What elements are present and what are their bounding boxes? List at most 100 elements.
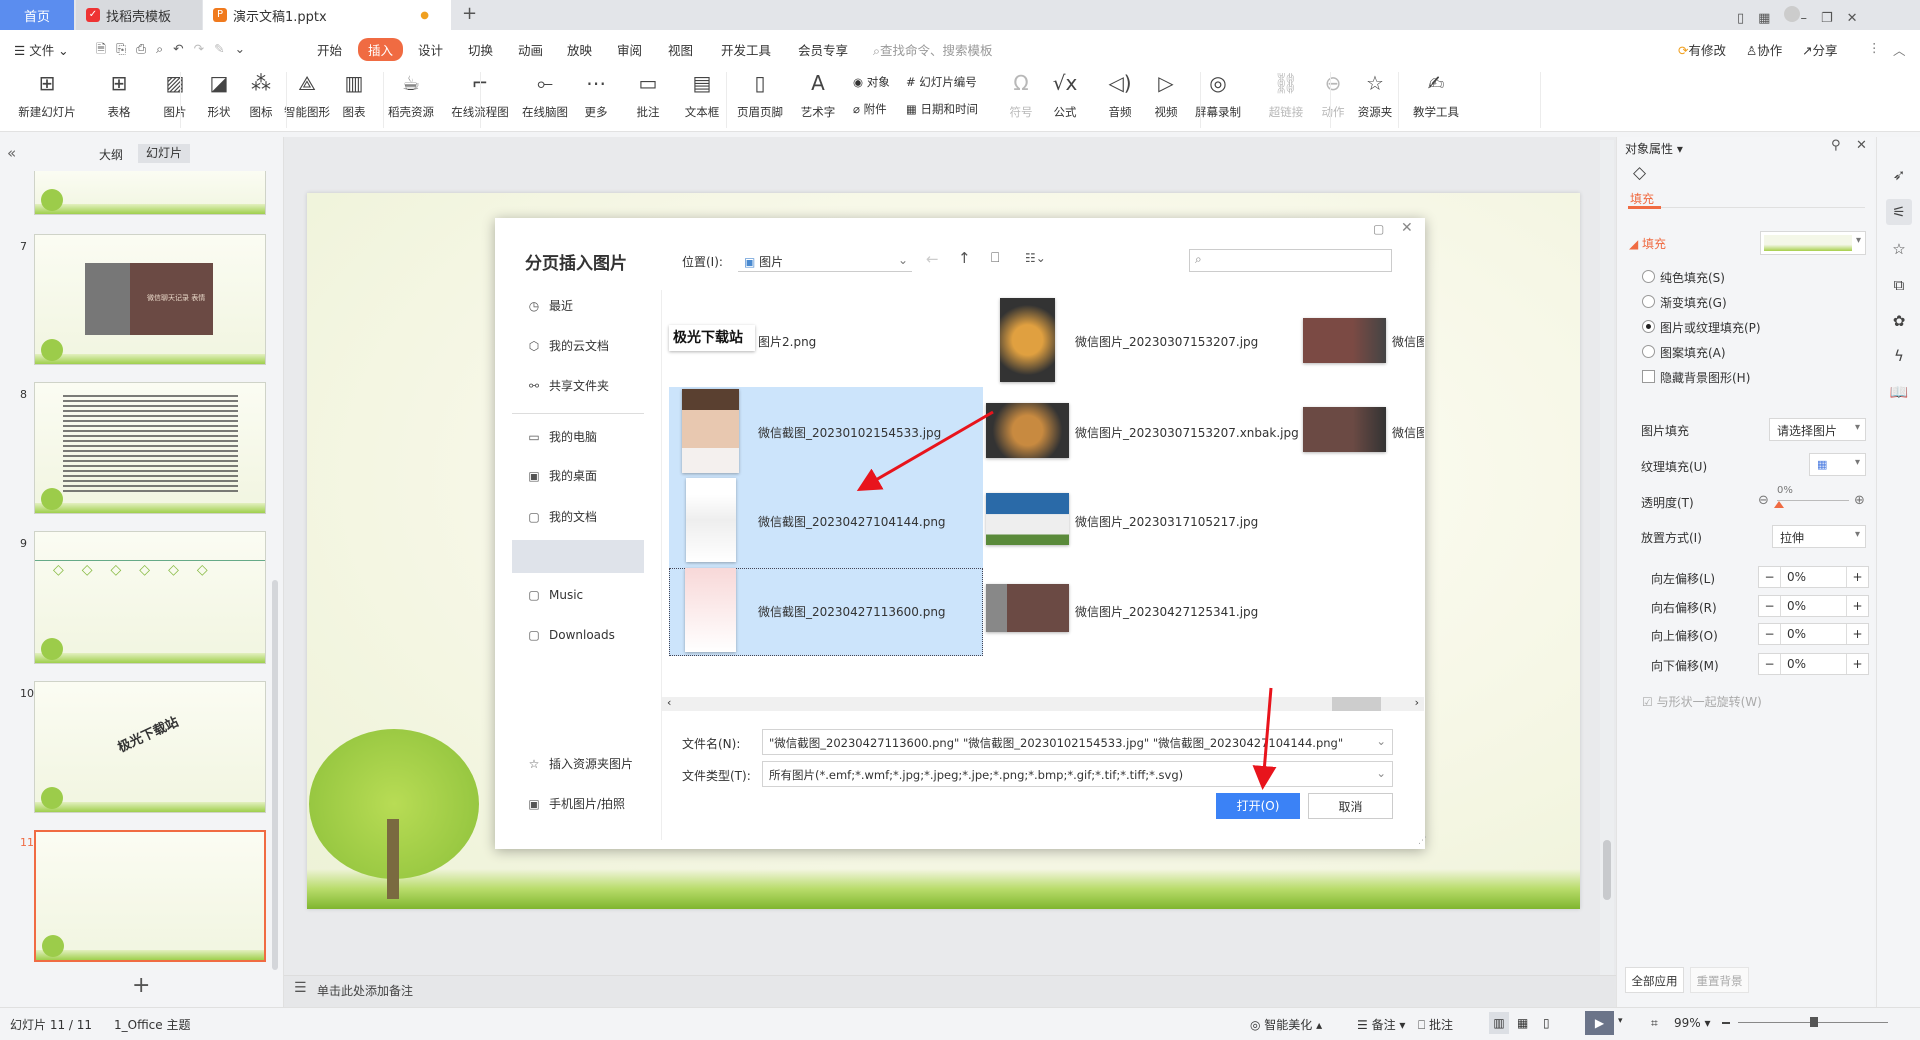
window-controls[interactable]: ▯▦ –❐✕ xyxy=(1737,6,1872,26)
file-name[interactable]: 微信图片_20230307153207.jpg xyxy=(1075,333,1258,350)
modified-button[interactable]: ⟳有修改 xyxy=(1678,40,1726,59)
notes-toggle-button[interactable]: ☰ 备注 ▾ xyxy=(1357,1016,1405,1033)
reset-background-button[interactable]: 重置背景 xyxy=(1690,967,1749,993)
file-name[interactable]: 微信截图_20230102154533.jpg xyxy=(758,424,941,441)
transition-icon[interactable]: ⧉ xyxy=(1886,272,1912,298)
fill-preview-dropdown[interactable]: ▾ xyxy=(1760,231,1866,255)
nav-my-documents[interactable]: ▢ 我的文档 xyxy=(527,508,597,525)
tab-outline[interactable]: 大纲 xyxy=(99,146,123,163)
resource-folder-button[interactable]: ☆ 资源夹 xyxy=(1345,70,1405,120)
play-options-icon[interactable]: ▾ xyxy=(1618,1016,1623,1026)
transparency-slider-handle[interactable] xyxy=(1774,501,1784,508)
file-name[interactable]: 微信截图_20230427104144.png xyxy=(758,513,946,530)
placement-dropdown[interactable]: 拉伸 xyxy=(1772,525,1866,548)
zoom-slider-handle[interactable] xyxy=(1810,1017,1818,1027)
up-icon[interactable]: ↑ xyxy=(958,249,971,267)
dialog-search-input[interactable]: ⌕ xyxy=(1189,249,1392,272)
menu-slideshow[interactable]: 放映 xyxy=(567,40,592,59)
smart-beautify-button[interactable]: ◎ 智能美化 ▴ xyxy=(1250,1016,1322,1033)
file-thumbnail[interactable] xyxy=(682,389,739,473)
tab-slides[interactable]: 幻灯片 xyxy=(138,144,190,163)
apply-all-button[interactable]: 全部应用 xyxy=(1625,967,1684,993)
slide-panel-scrollbar[interactable] xyxy=(272,580,278,970)
menu-start[interactable]: 开始 xyxy=(317,40,342,59)
insert-object-button[interactable]: ◉ 对象 xyxy=(853,74,890,90)
zoom-level[interactable]: 99% ▾ xyxy=(1674,1016,1711,1030)
command-search[interactable]: ⌕查找命令、搜索模板 xyxy=(873,40,993,59)
table-button[interactable]: ⊞ 表格 xyxy=(89,70,149,120)
slide-thumbnail-6[interactable] xyxy=(34,171,266,215)
date-time-button[interactable]: ▦ 日期和时间 xyxy=(906,101,978,117)
transparency-slider[interactable] xyxy=(1777,500,1849,501)
new-tab-button[interactable]: + xyxy=(462,3,477,24)
theme-name[interactable]: 1_Office 主题 xyxy=(114,1016,190,1033)
docer-resource-button[interactable]: ☕ 稻壳资源 xyxy=(381,70,441,120)
file-thumbnail[interactable] xyxy=(686,478,736,562)
editing-scrollbar[interactable] xyxy=(1600,140,1614,975)
back-icon[interactable]: ← xyxy=(926,250,939,268)
maximize-icon[interactable]: ▢ xyxy=(1373,222,1384,236)
menu-review[interactable]: 审阅 xyxy=(617,40,642,59)
menu-view[interactable]: 视图 xyxy=(668,40,693,59)
nav-my-desktop[interactable]: ▣ 我的桌面 xyxy=(527,467,597,484)
screen-record-button[interactable]: ◎ 屏幕录制 xyxy=(1188,70,1248,120)
pin-icon[interactable]: ⚲ xyxy=(1831,138,1841,153)
sorter-view-icon[interactable]: ▦ xyxy=(1517,1016,1528,1030)
properties-icon[interactable]: ⚟ xyxy=(1886,199,1912,225)
add-slide-button[interactable]: + xyxy=(132,973,150,998)
file-name[interactable]: 微信截图_20230427113600.png xyxy=(758,603,946,620)
nav-recent[interactable]: ◷ 最近 xyxy=(527,297,573,314)
normal-view-icon[interactable]: ▥ xyxy=(1489,1012,1509,1034)
panel-close-icon[interactable]: ✕ xyxy=(1856,138,1867,153)
file-thumbnail[interactable] xyxy=(986,493,1069,545)
filetype-select[interactable]: 所有图片(*.emf;*.wmf;*.jpg;*.jpeg;*.jpe;*.pn… xyxy=(762,761,1393,787)
fill-section-header[interactable]: ◢ 填充 xyxy=(1629,235,1666,252)
offset-stepper[interactable]: −0% + xyxy=(1758,653,1869,675)
collapse-panel-icon[interactable]: « xyxy=(7,144,16,162)
slide-thumbnail-8[interactable] xyxy=(34,382,266,514)
dialog-close-icon[interactable]: ✕ xyxy=(1401,220,1413,236)
menu-animation[interactable]: 动画 xyxy=(518,40,543,59)
tab-presentation[interactable]: P 演示文稿1.pptx ● xyxy=(203,0,451,30)
play-slideshow-button[interactable]: ▶ xyxy=(1585,1011,1614,1035)
video-button[interactable]: ▷ 视频 xyxy=(1136,70,1196,120)
slide-thumbnail-9[interactable]: ◇◇◇◇◇◇ xyxy=(34,531,266,664)
notes-bar[interactable] xyxy=(284,975,1616,1007)
file-thumbnail[interactable] xyxy=(1000,298,1055,382)
nav-insert-resource-pictures[interactable]: ☆ 插入资源夹图片 xyxy=(527,755,633,772)
offset-stepper[interactable]: −0% + xyxy=(1758,595,1869,617)
offset-stepper[interactable]: −0% + xyxy=(1758,623,1869,645)
collab-button[interactable]: ♙协作 xyxy=(1746,40,1782,59)
transparency-decrease-icon[interactable]: ⊖ xyxy=(1758,493,1769,508)
comments-toggle-button[interactable]: ⎕ 批注 xyxy=(1418,1016,1453,1033)
open-button[interactable]: 打开(O) xyxy=(1216,793,1300,819)
file-name[interactable]: 微信图片_20230307153207.xnbak.jpg xyxy=(1075,424,1299,441)
horizontal-scrollbar[interactable]: ‹ › xyxy=(662,696,1424,711)
collapse-ribbon-icon[interactable]: ︿ xyxy=(1893,40,1906,59)
fit-window-icon[interactable]: ⌗ xyxy=(1651,1016,1658,1031)
texture-fill-dropdown[interactable]: ▦ xyxy=(1809,453,1866,476)
animation-star-icon[interactable]: ☆ xyxy=(1886,236,1912,262)
teaching-tools-button[interactable]: ✍ 教学工具 xyxy=(1406,70,1466,120)
beautify-icon[interactable]: ✿ xyxy=(1886,308,1912,334)
fill-radio[interactable] xyxy=(1642,320,1655,333)
view-mode-icon[interactable]: ☷⌄ xyxy=(1025,251,1046,265)
hide-bg-checkbox[interactable] xyxy=(1642,370,1655,383)
wordart-button[interactable]: A 艺术字 xyxy=(788,70,848,120)
book-search-icon[interactable]: 📖 xyxy=(1886,379,1912,405)
resize-grip-icon[interactable]: ⋰ xyxy=(1418,836,1427,846)
file-name[interactable]: 微信图 xyxy=(1392,333,1424,350)
more-options-icon[interactable]: ⋮ xyxy=(1868,40,1881,55)
formula-button[interactable]: √x 公式 xyxy=(1035,70,1095,120)
offset-stepper[interactable]: −0% + xyxy=(1758,566,1869,588)
fill-radio[interactable] xyxy=(1642,270,1655,283)
share-button[interactable]: ↗分享 xyxy=(1802,40,1838,59)
file-thumbnail[interactable] xyxy=(1303,407,1386,452)
nav-music[interactable]: ▢ Music xyxy=(527,588,583,602)
nav-my-computer[interactable]: ▭ 我的电脑 xyxy=(527,428,597,445)
menu-design[interactable]: 设计 xyxy=(418,40,443,59)
slide-number-button[interactable]: # 幻灯片编号 xyxy=(906,74,977,90)
quick-access-toolbar[interactable]: 🗎⎘⎙⌕↶↷✎⌄ xyxy=(96,40,255,61)
menu-transition[interactable]: 切换 xyxy=(468,40,493,59)
tab-docer-templates[interactable]: ✓ 找稻壳模板 xyxy=(76,0,202,30)
